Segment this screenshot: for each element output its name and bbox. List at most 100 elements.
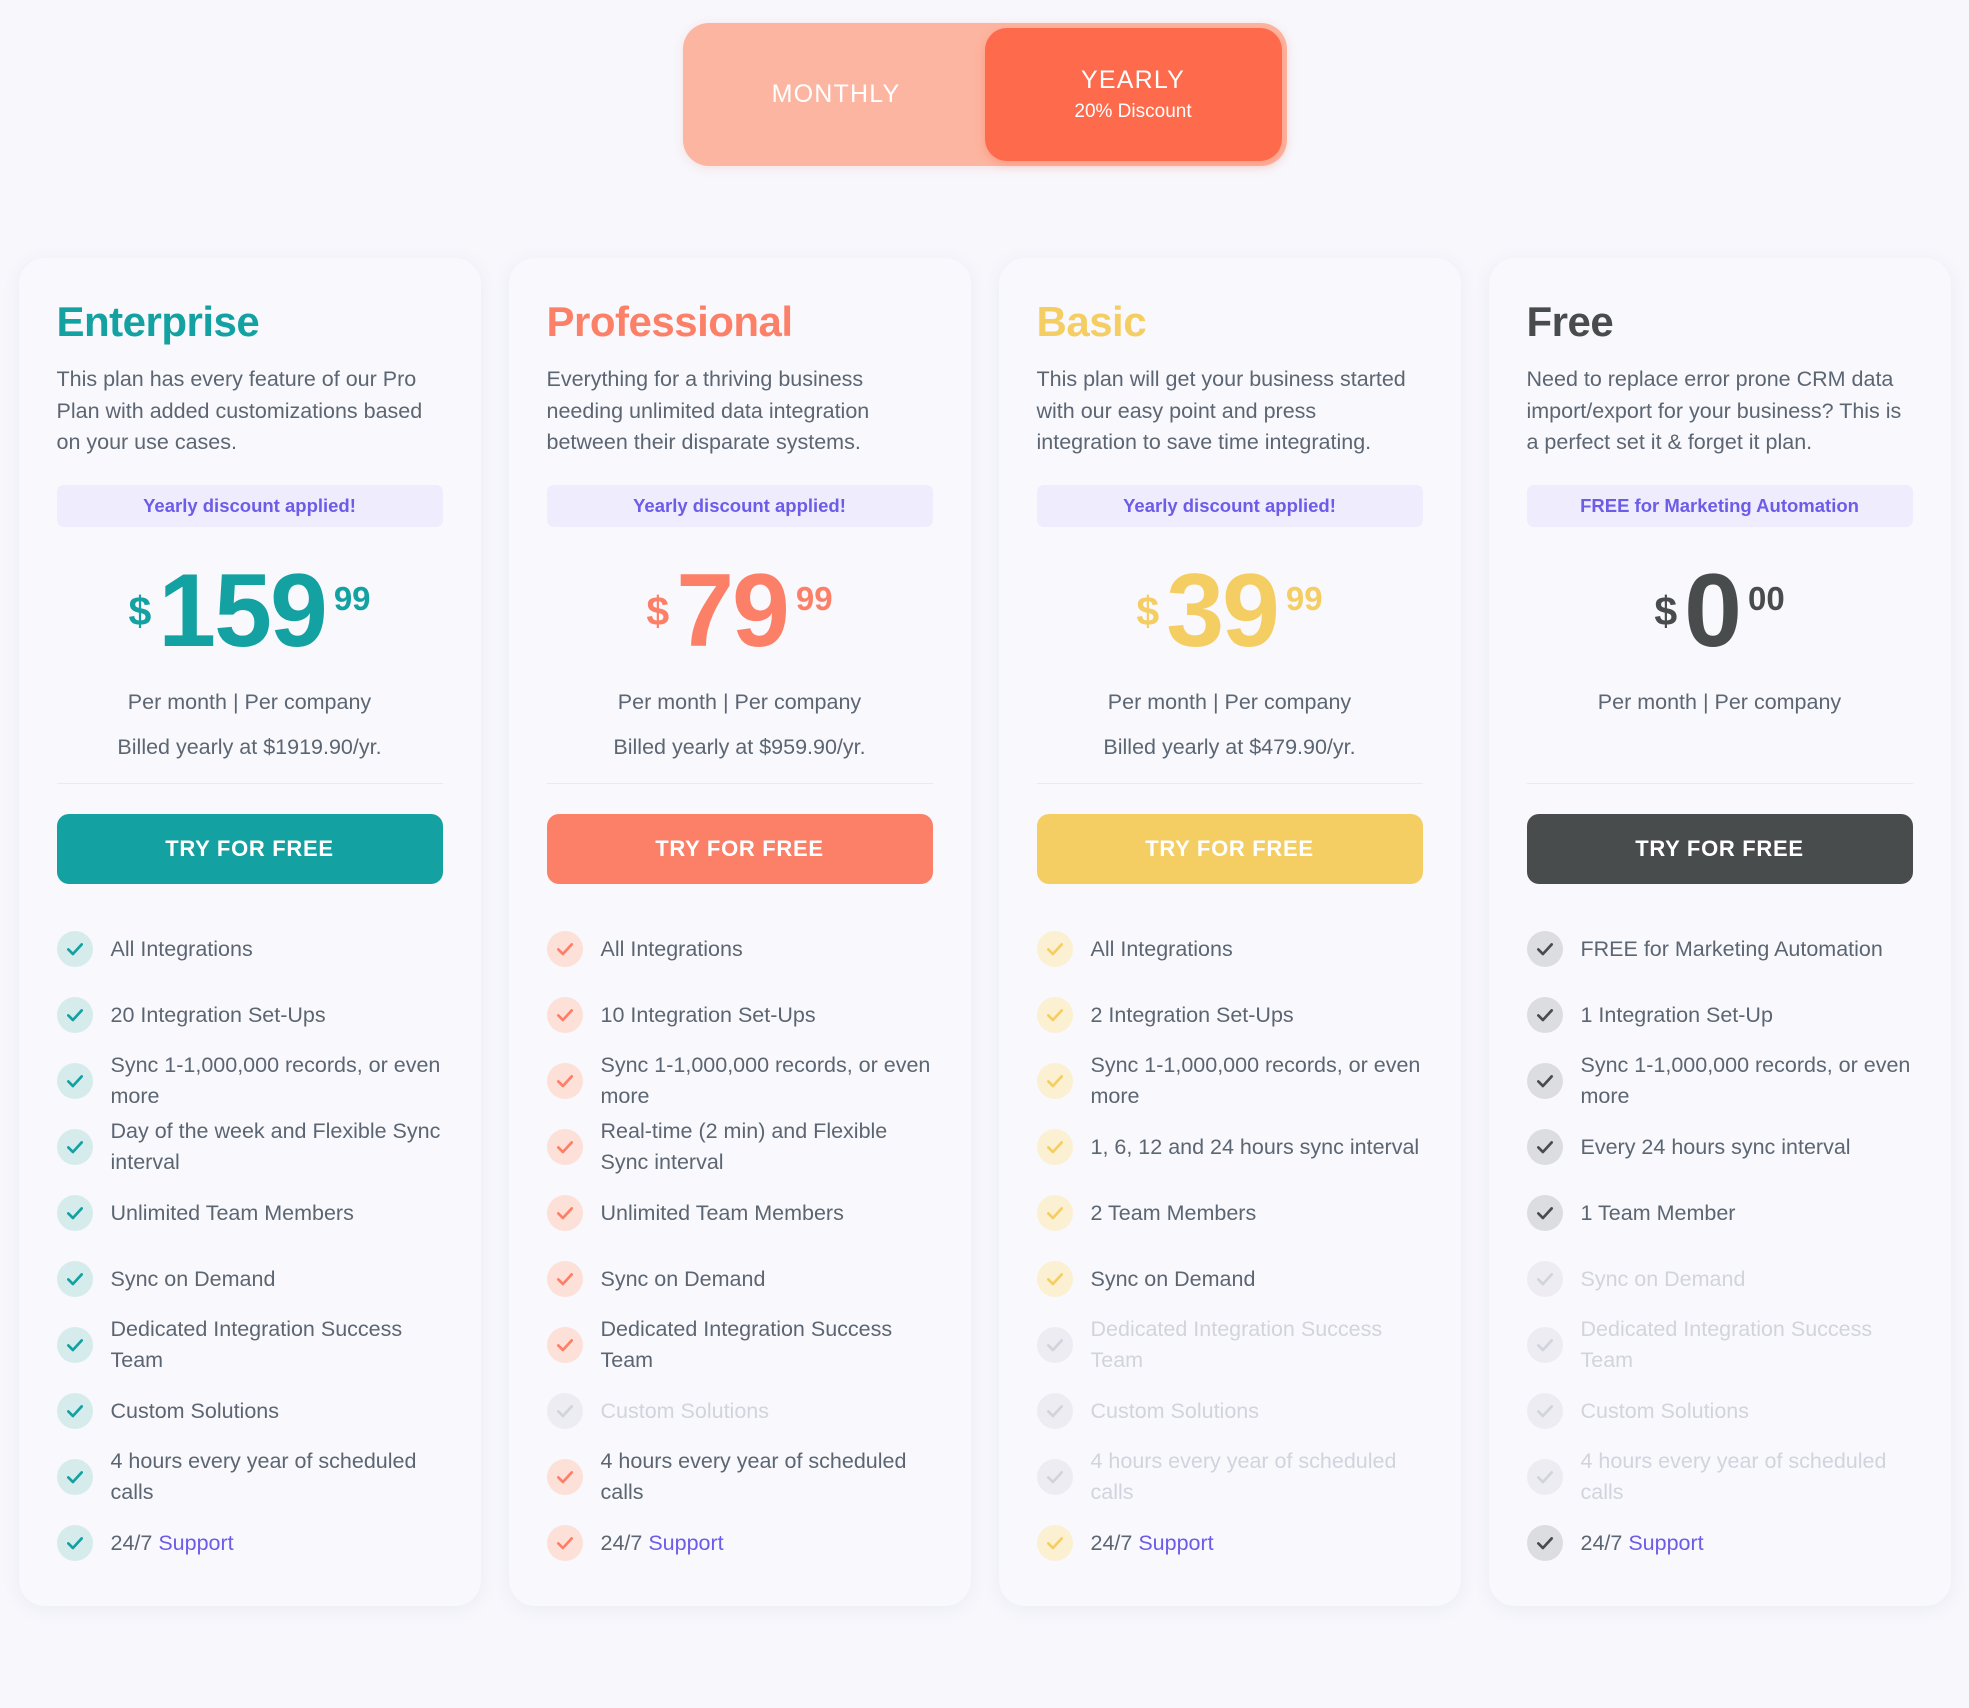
feature-label: Sync on Demand — [600, 1266, 766, 1291]
feature-item: Dedicated Integration Success Team — [1526, 1312, 1913, 1378]
check-icon — [546, 1062, 583, 1099]
price-block: $0 00 — [1527, 552, 1913, 669]
feature-item: Unlimited Team Members — [56, 1180, 443, 1246]
price-period-label: Per month | Per company — [617, 689, 862, 714]
feature-item: Custom Solutions — [1036, 1378, 1423, 1444]
feature-item: 4 hours every year of scheduled calls — [546, 1444, 933, 1510]
feature-label: Sync on Demand — [110, 1266, 276, 1291]
feature-text: FREE for Marketing Automation — [1581, 934, 1883, 965]
feature-item: 20 Integration Set-Ups — [56, 982, 443, 1048]
feature-item: 1, 6, 12 and 24 hours sync interval — [1036, 1114, 1423, 1180]
feature-item: FREE for Marketing Automation — [1526, 916, 1913, 982]
billed-yearly-label: Billed yearly at $959.90/yr. — [613, 734, 866, 759]
feature-text: 4 hours every year of scheduled calls — [601, 1446, 933, 1507]
check-icon — [1036, 1524, 1073, 1561]
billed-yearly-label — [1527, 735, 1913, 761]
feature-item: Unlimited Team Members — [546, 1180, 933, 1246]
feature-text: Custom Solutions — [601, 1396, 770, 1427]
check-icon — [56, 1260, 93, 1297]
feature-label: 24/7 — [1090, 1530, 1139, 1555]
feature-label: Custom Solutions — [110, 1398, 280, 1423]
plan-description: This plan has every feature of our Pro P… — [56, 367, 423, 455]
plan-badge: Yearly discount applied! — [546, 484, 933, 527]
support-link[interactable]: Support — [158, 1531, 233, 1555]
try-for-free-button[interactable]: TRY FOR FREE — [56, 813, 443, 884]
feature-text: 2 Integration Set-Ups — [1091, 1000, 1294, 1031]
check-icon — [1526, 1326, 1563, 1363]
check-icon — [1526, 1392, 1563, 1429]
feature-text: 1 Integration Set-Up — [1581, 1000, 1773, 1031]
feature-label: 2 Team Members — [1090, 1200, 1257, 1225]
feature-text: 24/7 Support — [111, 1528, 234, 1559]
toggle-monthly-label: MONTHLY — [771, 80, 901, 108]
try-for-free-button[interactable]: TRY FOR FREE — [1526, 813, 1913, 884]
try-for-free-button[interactable]: TRY FOR FREE — [546, 813, 933, 884]
feature-text: 24/7 Support — [1581, 1528, 1704, 1559]
feature-label: Unlimited Team Members — [600, 1200, 844, 1225]
check-icon — [546, 1392, 583, 1429]
feature-label: 4 hours every year of scheduled calls — [1090, 1449, 1397, 1504]
check-icon — [1526, 930, 1563, 967]
feature-label: Dedicated Integration Success Team — [1090, 1317, 1383, 1372]
billing-period-toggle[interactable]: MONTHLY YEARLY 20% Discount — [682, 23, 1287, 166]
pricing-card: Professional Everything for a thriving bu… — [508, 258, 971, 1606]
price-period-label: Per month | Per company — [1107, 689, 1352, 714]
check-icon — [1036, 996, 1073, 1033]
price-amount: 0 — [1684, 552, 1742, 669]
feature-label: Dedicated Integration Success Team — [1580, 1317, 1873, 1372]
check-icon — [546, 1260, 583, 1297]
check-icon — [1526, 1524, 1563, 1561]
plan-description: Need to replace error prone CRM data imp… — [1526, 367, 1902, 455]
feature-list: All Integrations 20 Integration Set-Ups Sy… — [56, 916, 443, 1606]
feature-label: 20 Integration Set-Ups — [110, 1002, 326, 1027]
pricing-card: Free Need to replace error prone CRM data… — [1488, 258, 1951, 1606]
support-link[interactable]: Support — [1628, 1531, 1703, 1555]
feature-item: Dedicated Integration Success Team — [1036, 1312, 1423, 1378]
toggle-option-yearly[interactable]: YEARLY 20% Discount — [984, 28, 1282, 161]
feature-item: 24/7 Support — [56, 1510, 443, 1576]
check-icon — [1036, 930, 1073, 967]
feature-item: Dedicated Integration Success Team — [546, 1312, 933, 1378]
toggle-option-monthly[interactable]: MONTHLY — [688, 28, 985, 161]
price-cents: 99 — [1285, 579, 1323, 617]
feature-item: 10 Integration Set-Ups — [546, 982, 933, 1048]
feature-text: 2 Team Members — [1091, 1198, 1257, 1229]
check-icon — [1526, 1260, 1563, 1297]
feature-item: 24/7 Support — [1036, 1510, 1423, 1576]
try-for-free-button[interactable]: TRY FOR FREE — [1036, 813, 1423, 884]
check-icon — [546, 1326, 583, 1363]
price-block: $39 99 — [1037, 552, 1423, 669]
feature-label: Every 24 hours sync interval — [1580, 1134, 1851, 1159]
feature-text: Custom Solutions — [111, 1396, 280, 1427]
feature-item: Every 24 hours sync interval — [1526, 1114, 1913, 1180]
feature-text: All Integrations — [111, 934, 253, 965]
toggle-yearly-label: YEARLY — [1080, 66, 1185, 94]
feature-label: Custom Solutions — [1090, 1398, 1260, 1423]
check-icon — [1036, 1194, 1073, 1231]
feature-item: Sync on Demand — [1036, 1246, 1423, 1312]
pricing-card: Basic This plan will get your business st… — [998, 258, 1461, 1606]
support-link[interactable]: Support — [648, 1531, 723, 1555]
plan-description: This plan will get your business started… — [1036, 367, 1406, 455]
feature-text: 24/7 Support — [1091, 1528, 1214, 1559]
check-icon — [1526, 1062, 1563, 1099]
feature-label: All Integrations — [600, 936, 743, 961]
check-icon — [56, 1392, 93, 1429]
price-currency: $ — [128, 587, 152, 634]
check-icon — [56, 1194, 93, 1231]
billed-yearly-label: Billed yearly at $1919.90/yr. — [117, 734, 382, 759]
feature-text: All Integrations — [1091, 934, 1233, 965]
feature-text: Sync 1-1,000,000 records, or even more — [1091, 1050, 1423, 1111]
price-cents: 99 — [795, 579, 833, 617]
plan-description: Everything for a thriving business needi… — [546, 367, 870, 455]
feature-label: 24/7 — [1580, 1530, 1629, 1555]
feature-item: 1 Integration Set-Up — [1526, 982, 1913, 1048]
support-link[interactable]: Support — [1138, 1531, 1213, 1555]
feature-list: All Integrations 2 Integration Set-Ups Syn… — [1036, 916, 1423, 1606]
feature-item: All Integrations — [1036, 916, 1423, 982]
feature-label: Custom Solutions — [600, 1398, 770, 1423]
price-amount: 39 — [1166, 552, 1280, 669]
check-icon — [1526, 1128, 1563, 1165]
feature-text: Dedicated Integration Success Team — [1581, 1314, 1913, 1375]
feature-text: 4 hours every year of scheduled calls — [111, 1446, 443, 1507]
